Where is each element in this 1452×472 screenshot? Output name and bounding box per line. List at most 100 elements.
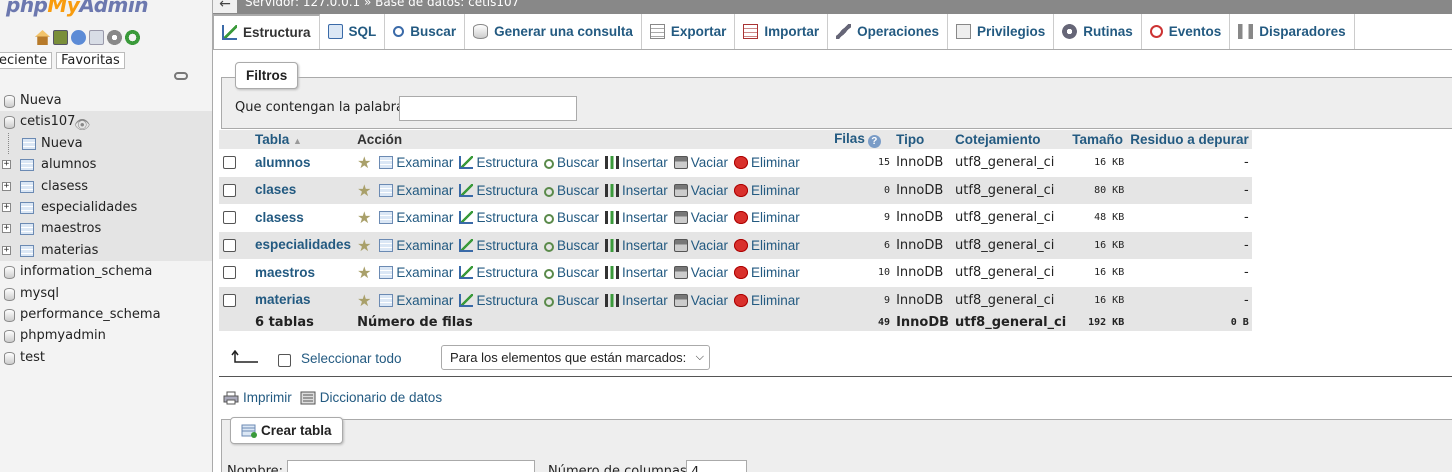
action-eliminar[interactable]: Eliminar [734,183,800,198]
row-checkbox[interactable] [223,211,236,225]
back-arrow-icon[interactable]: ← [213,0,237,13]
action-buscar[interactable]: Buscar [543,155,599,170]
tree-item-information-schema[interactable]: information_schema [0,261,212,282]
action-buscar[interactable]: Buscar [543,238,599,253]
link-icon[interactable] [174,72,188,80]
tree-item-label[interactable]: maestros [41,218,101,239]
action-vaciar[interactable]: Vaciar [673,293,728,308]
action-eliminar[interactable]: Eliminar [734,265,800,280]
tree-item-label[interactable]: Nueva [41,133,83,154]
select-all-checkbox[interactable] [278,354,291,367]
tree-item-label[interactable]: Nueva [20,90,62,111]
tree-item-label[interactable]: materias [41,240,98,261]
tab-sql[interactable]: SQL [320,14,386,49]
tab-operaciones[interactable]: Operaciones [828,14,948,49]
action-insertar[interactable]: Insertar [605,265,668,280]
action-vaciar[interactable]: Vaciar [673,265,728,280]
gear-icon[interactable] [107,30,122,45]
row-checkbox[interactable] [223,183,236,197]
action-insertar[interactable]: Insertar [605,238,668,253]
expand-icon[interactable]: + [2,245,11,255]
favorite-star-icon[interactable]: ★ [357,236,371,255]
tab-importar[interactable]: Importar [735,14,829,49]
tab-exportar[interactable]: Exportar [642,14,736,49]
action-insertar[interactable]: Insertar [605,210,668,225]
favorite-star-icon[interactable]: ★ [357,181,371,200]
breadcrumb[interactable]: Servidor: 127.0.0.1 » Base de datos: cet… [245,0,519,9]
size[interactable]: 48 KB [1069,204,1128,232]
tab-rutinas[interactable]: Rutinas [1054,14,1142,49]
expand-icon[interactable]: + [2,202,11,212]
tab-generar-una-consulta[interactable]: Generar una consulta [465,14,642,49]
tree-item-clasess[interactable]: + clasess [0,175,212,197]
action-eliminar[interactable]: Eliminar [734,293,800,308]
tree-item-mysql[interactable]: mysql [0,283,212,304]
size[interactable]: 16 KB [1069,149,1128,177]
action-estructura[interactable]: Estructura [459,183,538,198]
size[interactable]: 16 KB [1069,231,1128,259]
favorite-star-icon[interactable]: ★ [357,291,371,310]
tree-item-label[interactable]: mysql [20,283,59,304]
help-icon[interactable]: ? [867,135,881,148]
phpmyadmin-logo[interactable]: phpMyAdmin [6,0,148,17]
expand-icon[interactable]: + [2,160,11,170]
header-size[interactable]: Tamaño [1069,130,1128,149]
print-link[interactable]: Imprimir [223,390,292,405]
row-checkbox[interactable] [223,266,236,280]
action-insertar[interactable]: Insertar [605,183,668,198]
tree-item-label[interactable]: especialidades [41,197,137,218]
table-name-link[interactable]: materias [255,292,311,307]
action-buscar[interactable]: Buscar [543,293,599,308]
tree-item-label[interactable]: performance_schema [20,304,161,325]
action-eliminar[interactable]: Eliminar [734,155,800,170]
bulk-action-select[interactable]: Para los elementos que están marcados: ⌵ [441,345,710,370]
action-eliminar[interactable]: Eliminar [734,238,800,253]
select-all-label[interactable]: Seleccionar todo [301,351,402,366]
header-collation[interactable]: Cotejamiento [952,130,1070,149]
tab-buscar[interactable]: Buscar [385,14,466,49]
action-buscar[interactable]: Buscar [543,210,599,225]
action-estructura[interactable]: Estructura [459,210,538,225]
tab-eventos[interactable]: Eventos [1142,14,1231,49]
header-type[interactable]: Tipo [893,130,953,149]
docs-icon[interactable] [89,30,104,45]
header-overhead[interactable]: Residuo a depurar [1127,130,1252,149]
header-table[interactable]: Tabla ▲ [252,130,355,149]
expand-icon[interactable]: + [2,181,11,191]
header-rows[interactable]: Filas? [831,130,894,149]
action-examinar[interactable]: Examinar [379,238,453,253]
action-examinar[interactable]: Examinar [379,155,453,170]
tree-item-label[interactable]: test [20,347,45,368]
action-buscar[interactable]: Buscar [543,183,599,198]
action-insertar[interactable]: Insertar [605,293,668,308]
action-examinar[interactable]: Examinar [379,293,453,308]
row-checkbox[interactable] [223,238,236,252]
tree-item-materias[interactable]: + materias [0,239,212,262]
table-name-link[interactable]: clases [255,182,296,197]
tree-item-label[interactable]: phpmyadmin [20,325,106,346]
expand-icon[interactable]: + [2,224,11,234]
table-name-input[interactable] [287,460,535,472]
tree-item-label[interactable]: alumnos [41,154,96,175]
action-vaciar[interactable]: Vaciar [673,238,728,253]
action-eliminar[interactable]: Eliminar [734,210,800,225]
logout-icon[interactable] [53,30,68,45]
size[interactable]: 80 KB [1069,176,1128,204]
size[interactable]: 16 KB [1069,286,1128,314]
favorite-star-icon[interactable]: ★ [357,263,371,282]
tree-item-test[interactable]: test [0,347,212,368]
tree-item-cetis107[interactable]: cetis107 👁 [0,111,212,133]
favorite-star-icon[interactable]: ★ [357,153,371,172]
action-estructura[interactable]: Estructura [459,238,538,253]
tab-privilegios[interactable]: Privilegios [948,14,1055,49]
row-checkbox[interactable] [223,156,236,170]
action-vaciar[interactable]: Vaciar [673,183,728,198]
tree-item-maestros[interactable]: + maestros [0,218,212,240]
action-insertar[interactable]: Insertar [605,155,668,170]
reload-icon[interactable] [125,30,140,45]
tab-favorites[interactable]: Favoritas [56,52,125,69]
action-estructura[interactable]: Estructura [459,293,538,308]
filter-input[interactable] [399,96,577,121]
action-vaciar[interactable]: Vaciar [673,210,728,225]
action-estructura[interactable]: Estructura [459,265,538,280]
